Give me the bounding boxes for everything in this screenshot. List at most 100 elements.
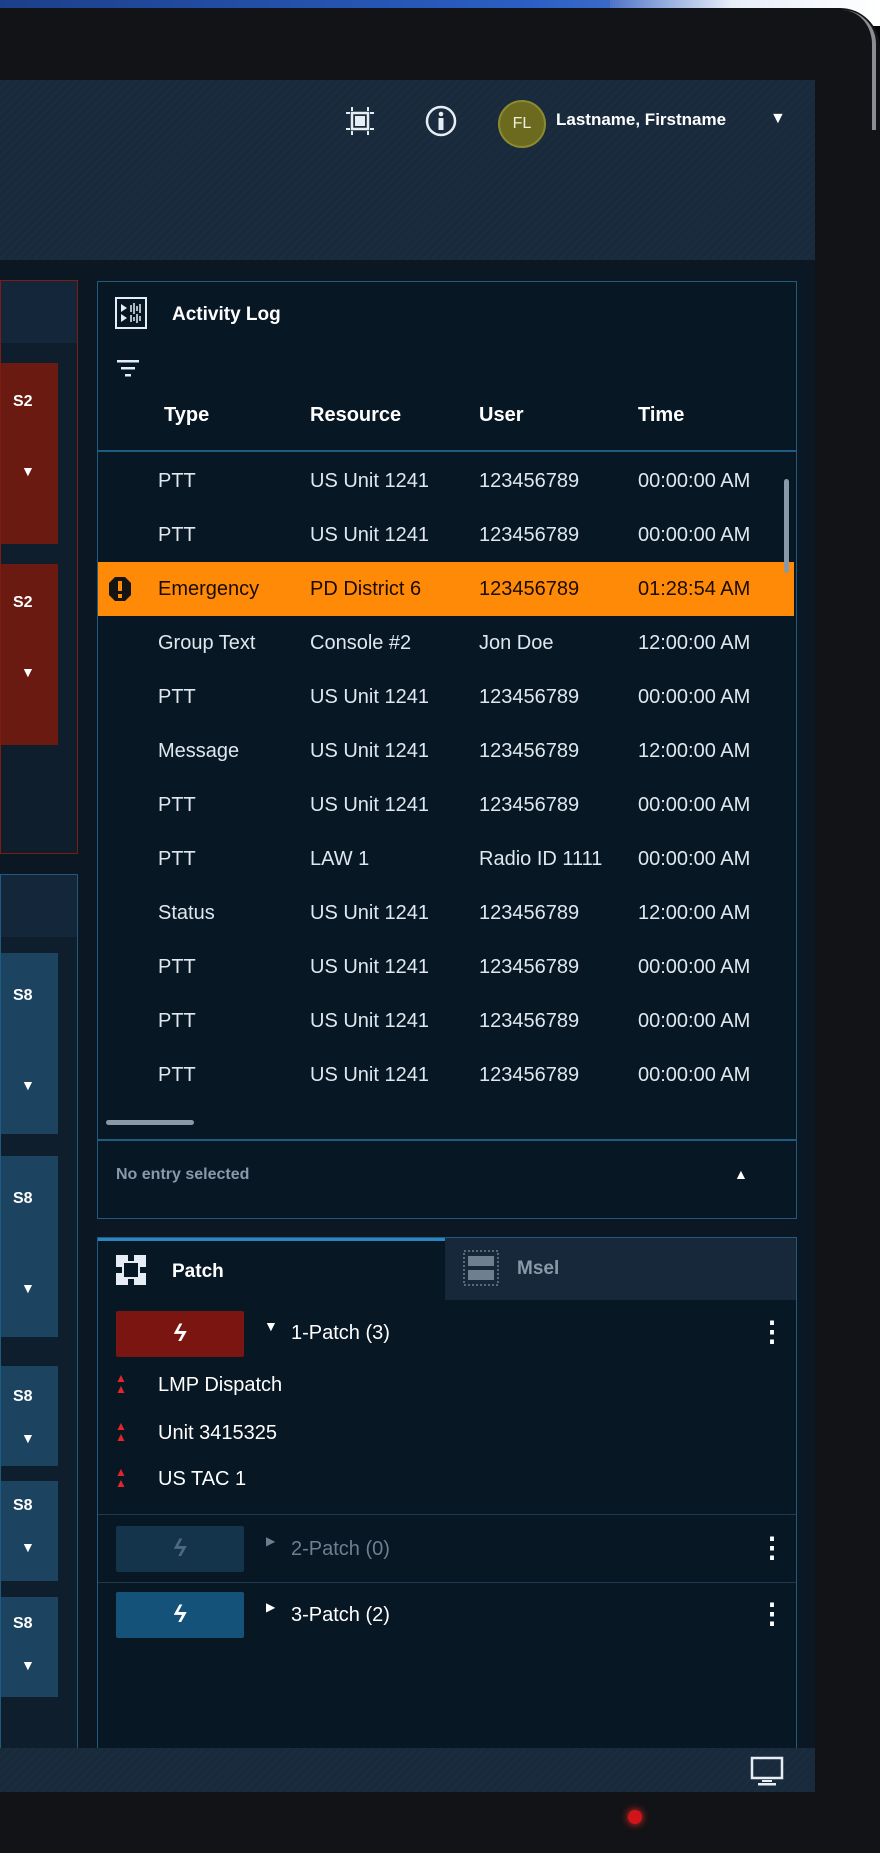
tile-label: S2: [13, 393, 33, 410]
cell-type: PTT: [158, 470, 196, 492]
selection-status: No entry selected: [116, 1166, 250, 1183]
resource-tile[interactable]: S8 ▼: [1, 1366, 58, 1466]
patch-ptt-button[interactable]: ϟ: [116, 1592, 244, 1638]
column-header-user[interactable]: User: [479, 404, 523, 427]
chevron-down-icon[interactable]: ▼: [21, 1539, 35, 1555]
chevron-down-icon[interactable]: ▼: [21, 1280, 35, 1296]
cell-resource: US Unit 1241: [310, 686, 429, 708]
info-icon[interactable]: [421, 104, 461, 144]
resource-tile[interactable]: S2 ▼: [1, 564, 58, 745]
cell-time: 12:00:00 AM: [638, 740, 751, 762]
cell-resource: US Unit 1241: [310, 794, 429, 816]
up-down-arrow-icon: ▲ ▲: [115, 1419, 127, 1444]
divider: [98, 1514, 796, 1515]
more-options-icon[interactable]: ⋮: [758, 1534, 786, 1562]
cell-resource: US Unit 1241: [310, 902, 429, 924]
cell-time: 00:00:00 AM: [638, 686, 751, 708]
cell-resource: US Unit 1241: [310, 740, 429, 762]
device-bezel-edge: [842, 10, 876, 130]
chevron-down-icon[interactable]: ▼: [770, 110, 786, 128]
app-header: FL Lastname, Firstname ▼: [0, 80, 815, 260]
monitor-icon[interactable]: [750, 1756, 784, 1786]
patch-member[interactable]: US TAC 1: [158, 1468, 246, 1491]
table-row[interactable]: PTT US Unit 1241 123456789 00:00:00 AM: [98, 994, 794, 1048]
footer-divider: [98, 1139, 796, 1141]
patch-panel: Patch Msel ϟ ▼ 1-Patch (3) ⋮ ▲ ▲ LMP Disp…: [97, 1237, 797, 1792]
column-header-type[interactable]: Type: [164, 404, 209, 427]
cell-resource: US Unit 1241: [310, 470, 429, 492]
cell-user: 123456789: [479, 686, 580, 708]
table-row[interactable]: Group Text Console #2 Jon Doe 12:00:00 A…: [98, 616, 794, 670]
patch-name[interactable]: 1-Patch (3): [291, 1322, 390, 1345]
table-row[interactable]: PTT LAW 1 Radio ID 1111 00:00:00 AM: [98, 832, 794, 886]
more-options-icon[interactable]: ⋮: [758, 1318, 786, 1346]
cell-time: 01:28:54 AM: [638, 578, 751, 600]
tab-patch[interactable]: Patch: [98, 1238, 445, 1300]
horizontal-scrollbar[interactable]: [106, 1120, 194, 1125]
patch-ptt-button[interactable]: ϟ: [116, 1311, 244, 1357]
patch-ptt-button[interactable]: ϟ: [116, 1526, 244, 1572]
table-row-emergency[interactable]: Emergency PD District 6 123456789 01:28:…: [98, 562, 794, 616]
more-options-icon[interactable]: ⋮: [758, 1600, 786, 1628]
table-row[interactable]: Status US Unit 1241 123456789 12:00:00 A…: [98, 886, 794, 940]
divider: [98, 1582, 796, 1583]
vertical-scrollbar[interactable]: [784, 479, 789, 573]
cell-user: 123456789: [479, 1010, 580, 1032]
column-header-time[interactable]: Time: [638, 404, 684, 427]
up-down-arrow-icon: ▲ ▲: [115, 1371, 127, 1396]
cell-time: 00:00:00 AM: [638, 470, 751, 492]
resource-tile[interactable]: S8 ▼: [1, 1156, 58, 1337]
chevron-right-icon[interactable]: ▶: [266, 1534, 275, 1548]
table-row[interactable]: Message US Unit 1241 123456789 12:00:00 …: [98, 724, 794, 778]
chevron-right-icon[interactable]: ▶: [266, 1600, 275, 1614]
power-indicator-light: [628, 1810, 642, 1824]
left-panel-bottom: S8 ▼ S8 ▼ S8 ▼ S8 ▼ S8 ▼: [0, 874, 78, 1792]
chevron-down-icon[interactable]: ▼: [21, 1657, 35, 1673]
column-header-resource[interactable]: Resource: [310, 404, 401, 427]
resource-tile[interactable]: S8 ▼: [1, 1597, 58, 1697]
fullscreen-icon[interactable]: [340, 104, 380, 144]
chevron-down-icon[interactable]: ▼: [21, 1077, 35, 1093]
user-name[interactable]: Lastname, Firstname: [556, 110, 726, 130]
left-panel-bottom-header: [1, 875, 77, 937]
chevron-down-icon[interactable]: ▼: [21, 664, 35, 680]
table-row[interactable]: PTT US Unit 1241 123456789 00:00:00 AM: [98, 1048, 794, 1102]
cell-user: Jon Doe: [479, 632, 554, 654]
patch-name[interactable]: 2-Patch (0): [291, 1538, 390, 1561]
table-row[interactable]: PTT US Unit 1241 123456789 00:00:00 AM: [98, 454, 794, 508]
patch-member[interactable]: Unit 3415325: [158, 1422, 277, 1445]
cell-time: 00:00:00 AM: [638, 524, 751, 546]
patch-member[interactable]: LMP Dispatch: [158, 1374, 282, 1397]
cell-user: 123456789: [479, 956, 580, 978]
resource-tile[interactable]: S2 ▼: [1, 363, 58, 544]
cell-resource: US Unit 1241: [310, 1010, 429, 1032]
chevron-down-icon[interactable]: ▼: [21, 463, 35, 479]
table-row[interactable]: PTT US Unit 1241 123456789 00:00:00 AM: [98, 508, 794, 562]
chevron-down-icon[interactable]: ▼: [21, 1430, 35, 1446]
cell-user: Radio ID 1111: [479, 848, 603, 870]
filter-icon[interactable]: [116, 358, 140, 378]
table-row[interactable]: PTT US Unit 1241 123456789 00:00:00 AM: [98, 778, 794, 832]
cell-resource: Console #2: [310, 632, 412, 654]
patch-name[interactable]: 3-Patch (2): [291, 1604, 390, 1627]
cell-user: 123456789: [479, 902, 580, 924]
resource-tile[interactable]: S8 ▼: [1, 1481, 58, 1581]
cell-type: PTT: [158, 848, 196, 870]
chevron-down-icon[interactable]: ▼: [264, 1318, 278, 1334]
tab-msel[interactable]: Msel: [445, 1238, 796, 1300]
resource-tile[interactable]: S8 ▼: [1, 953, 58, 1134]
header-divider: [98, 450, 796, 452]
cell-resource: US Unit 1241: [310, 956, 429, 978]
avatar[interactable]: FL: [498, 100, 546, 148]
cell-resource: US Unit 1241: [310, 1064, 429, 1086]
activity-log-panel: Activity Log Type Resource User Time PTT…: [97, 281, 797, 1219]
tab-patch-label: Patch: [172, 1261, 224, 1282]
chevron-up-icon[interactable]: ▲: [734, 1166, 748, 1182]
table-row[interactable]: PTT US Unit 1241 123456789 00:00:00 AM: [98, 670, 794, 724]
table-row[interactable]: PTT US Unit 1241 123456789 00:00:00 AM: [98, 940, 794, 994]
cell-time: 00:00:00 AM: [638, 848, 751, 870]
cell-user: 123456789: [479, 740, 580, 762]
cell-type: PTT: [158, 1010, 196, 1032]
cell-user: 123456789: [479, 524, 580, 546]
cell-type: PTT: [158, 794, 196, 816]
